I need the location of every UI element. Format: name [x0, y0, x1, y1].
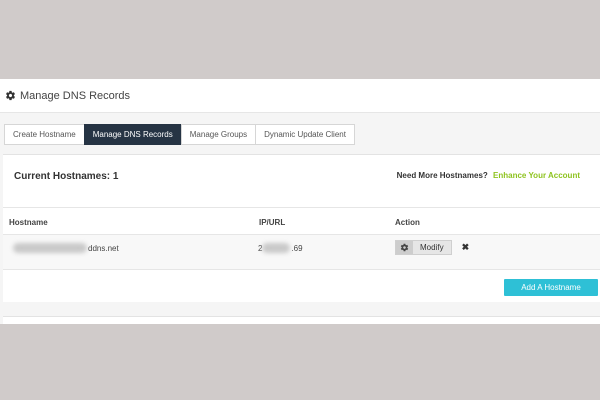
hostname-cell[interactable]: ddns.net — [13, 243, 119, 253]
secondary-card — [3, 316, 600, 324]
dns-panel: Manage DNS Records Create Hostname Manag… — [0, 79, 600, 324]
ip-suffix: .69 — [291, 243, 303, 253]
hostnames-card: Current Hostnames: 1 Need More Hostnames… — [3, 154, 600, 302]
redacted-ip — [262, 243, 291, 253]
column-ip-url: IP/URL — [259, 218, 286, 227]
redacted-hostname — [13, 243, 87, 253]
page-header: Manage DNS Records — [0, 79, 600, 113]
row-actions: Modify ✖ — [395, 240, 469, 255]
tab-dynamic-update-client[interactable]: Dynamic Update Client — [255, 124, 355, 145]
gear-icon — [396, 241, 413, 254]
tab-manage-dns-records[interactable]: Manage DNS Records — [83, 124, 182, 145]
enhance-account-link[interactable]: Enhance Your Account — [493, 171, 580, 180]
gear-icon — [5, 90, 16, 101]
need-more-text: Need More Hostnames? — [396, 171, 488, 180]
hostname-suffix: ddns.net — [88, 243, 119, 253]
current-hostnames-title: Current Hostnames: 1 — [14, 171, 119, 182]
column-action: Action — [395, 218, 420, 227]
table-row: ddns.net 2 .69 Modify ✖ — [3, 235, 600, 270]
close-icon[interactable]: ✖ — [462, 242, 470, 253]
table-header: Hostname IP/URL Action — [3, 207, 600, 235]
tab-bar: Create Hostname Manage DNS Records Manag… — [4, 124, 355, 145]
tab-manage-groups[interactable]: Manage Groups — [180, 124, 257, 145]
page-title: Manage DNS Records — [20, 89, 131, 102]
modify-button[interactable]: Modify — [395, 240, 452, 255]
tab-create-hostname[interactable]: Create Hostname — [4, 124, 85, 145]
add-hostname-button[interactable]: Add A Hostname — [504, 279, 598, 296]
column-hostname: Hostname — [9, 218, 48, 227]
modify-label: Modify — [420, 243, 444, 252]
ip-cell: 2 .69 — [258, 243, 303, 253]
need-more-hostnames: Need More Hostnames? Enhance Your Accoun… — [397, 171, 580, 180]
card-header: Current Hostnames: 1 Need More Hostnames… — [3, 155, 600, 207]
